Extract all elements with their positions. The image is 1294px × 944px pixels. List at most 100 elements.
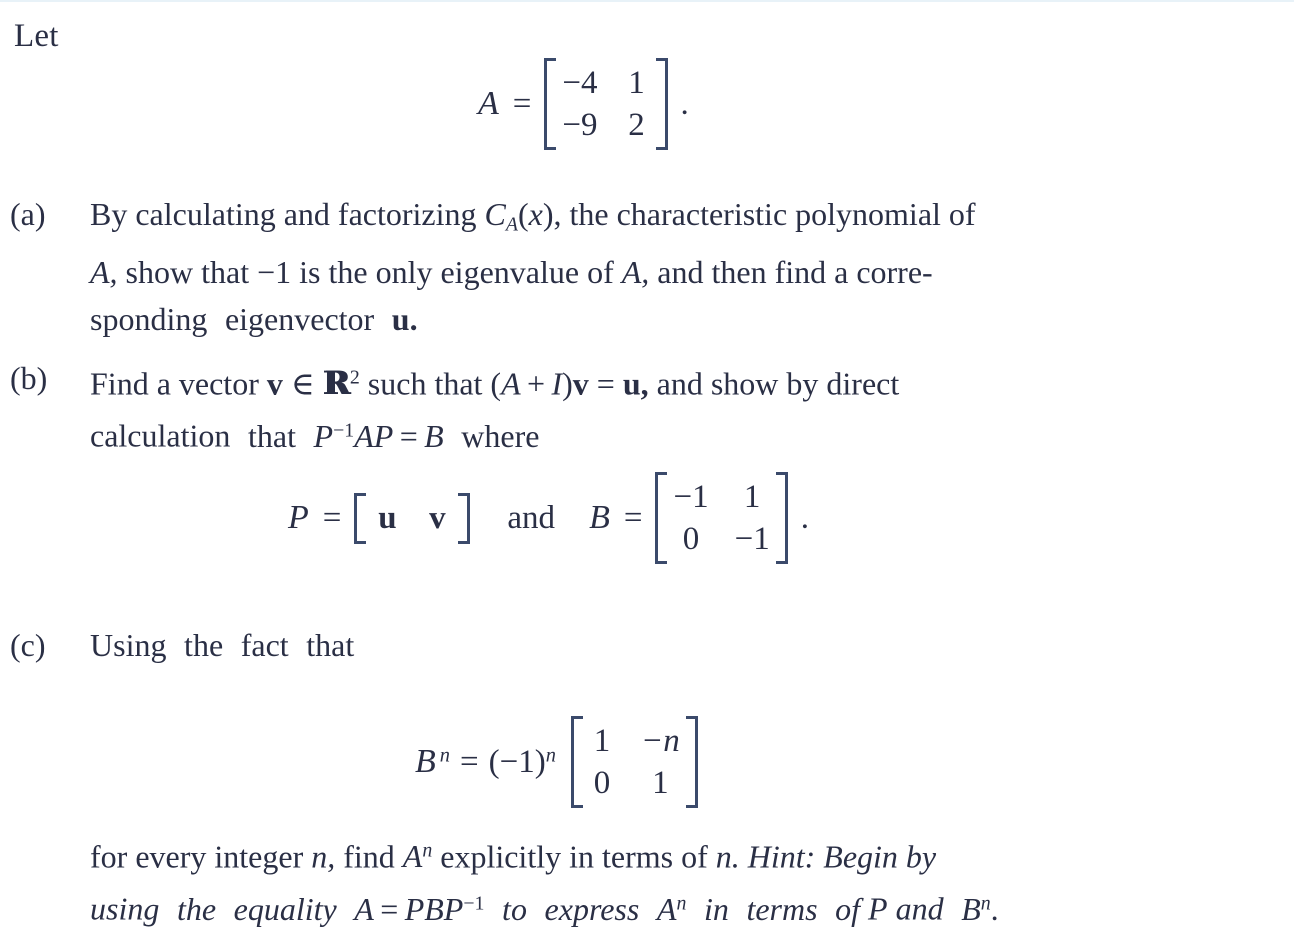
tok: C <box>484 196 506 232</box>
tok: then <box>711 253 767 290</box>
matrix-a-label: A <box>478 85 499 122</box>
tok: n, <box>311 838 336 875</box>
tok: v <box>266 365 283 402</box>
tok: Find <box>90 365 149 402</box>
matrix-p-equals: = <box>322 499 342 536</box>
tok: A, <box>621 253 650 290</box>
part-c-body: Using the fact that <box>90 622 1265 669</box>
tok: and <box>895 890 944 927</box>
closing-line-2: using the equality A = PBP−1 to express … <box>90 880 1265 932</box>
part-c-marker: (c) <box>10 627 46 663</box>
math-real-plane: R2 <box>323 364 360 403</box>
part-a-body: By calculating and factorizing CA(x), th… <box>90 191 1265 343</box>
tok: = <box>596 365 615 402</box>
tok: the <box>184 627 224 663</box>
math-char-poly: CA(x), <box>484 196 562 236</box>
hint-label: Hint: <box>747 838 816 875</box>
tok: u. <box>391 300 418 337</box>
bracket-right-icon <box>655 58 668 150</box>
matrix-b: −1 1 0 −1 <box>652 472 790 564</box>
tok: fact <box>240 627 289 663</box>
tok: I <box>551 365 563 402</box>
tok: n <box>422 840 433 862</box>
matrix-bn-cell-1-0: 0 <box>593 765 611 801</box>
matrix-a: −4 1 −9 2 <box>541 58 670 150</box>
tok: the <box>569 196 609 232</box>
tok: P <box>313 417 334 454</box>
bracket-right-icon <box>775 472 788 564</box>
tok: direct <box>826 365 900 402</box>
tok: n <box>545 743 556 766</box>
bracket-right-icon <box>685 716 698 808</box>
part-b: (b) Find a vector v ∈ R2 such that (A + … <box>10 355 1265 460</box>
math-b-power-n-2: Bn. <box>961 891 998 927</box>
matrix-b-cell-0-0: −1 <box>673 479 709 515</box>
lead-text: Let <box>14 18 59 54</box>
tok: . <box>990 890 999 927</box>
tok: for <box>90 838 128 875</box>
bn-scalar: (−1)n <box>489 744 556 781</box>
tok: u, <box>622 365 649 402</box>
matrix-b-cell-0-1: 1 <box>743 479 761 515</box>
tok: A <box>656 890 677 927</box>
part-a: (a) By calculating and factorizing CA(x)… <box>10 191 1265 343</box>
tok: −1 <box>463 892 485 915</box>
matrix-bn: 1 −n 0 1 <box>568 716 701 808</box>
part-c-line-1: Using the fact that <box>90 622 1265 669</box>
tok: vector <box>178 365 259 402</box>
equation-conjunction: and <box>507 499 556 536</box>
tok: R <box>324 364 352 403</box>
tok: −1 <box>257 253 292 290</box>
tok: and <box>657 253 704 290</box>
tok: such <box>367 365 427 402</box>
tok: = <box>380 890 399 927</box>
math-a-power-n-2: An <box>657 891 686 927</box>
bracket-right-icon <box>458 492 471 544</box>
tok: every <box>135 838 207 875</box>
tok: terms <box>746 890 818 927</box>
tok: B <box>961 890 981 927</box>
tok: find <box>343 838 395 875</box>
tok: a <box>834 253 849 290</box>
matrix-a-cell-1-0: −9 <box>562 107 598 143</box>
closing-line-1: for every integer n, find An explicitly … <box>90 828 1265 880</box>
bn-lhs: Bn <box>415 743 450 781</box>
tok: and <box>283 196 330 232</box>
tok: by <box>905 838 937 875</box>
tok: −1 <box>333 419 355 442</box>
tok: (−1) <box>488 743 546 780</box>
tok: n <box>676 892 687 915</box>
tok: in <box>569 838 594 875</box>
matrix-p-cell-v: v <box>429 499 446 536</box>
part-c: (c) Using the fact that <box>10 622 1265 669</box>
tok: calculation <box>90 417 231 454</box>
tok: by <box>786 365 819 402</box>
matrix-bn-cell-1-1: 1 <box>652 765 669 801</box>
tok: only <box>375 253 433 290</box>
tok: find <box>774 253 827 290</box>
part-a-line-1: By calculating and factorizing CA(x), th… <box>90 191 1265 249</box>
tok: corre- <box>856 253 933 290</box>
tok: is <box>299 253 321 290</box>
matrix-a-cells: −4 1 −9 2 <box>560 58 651 150</box>
part-b-line-1: Find a vector v ∈ R2 such that (A + I)v … <box>90 355 1265 407</box>
matrix-p: u v <box>351 492 473 544</box>
tok: that <box>201 253 250 290</box>
element-of-icon: ∈ <box>290 365 315 402</box>
tok: using <box>90 890 160 927</box>
tok: show <box>710 365 779 402</box>
matrix-a-cell-1-1: 2 <box>628 107 645 143</box>
tok: A <box>501 365 521 402</box>
tok: ) <box>562 365 573 402</box>
bracket-left-icon <box>570 716 583 808</box>
tok: = <box>399 417 418 454</box>
math-a-eq-pbpinv: A = PBP−1 <box>354 891 484 927</box>
equation-b-power-n: Bn = (−1)n 1 −n 0 1 <box>415 716 701 808</box>
matrix-a-cell-0-1: 1 <box>628 65 645 101</box>
equation-p-and-b: P = u v and B = −1 1 0 −1 . <box>288 472 809 564</box>
tok: A, <box>90 253 118 290</box>
tok: show <box>125 253 194 290</box>
tok: sponding <box>90 300 208 337</box>
bn-equals: = <box>460 743 479 780</box>
matrix-b-cell-1-0: 0 <box>682 521 700 557</box>
